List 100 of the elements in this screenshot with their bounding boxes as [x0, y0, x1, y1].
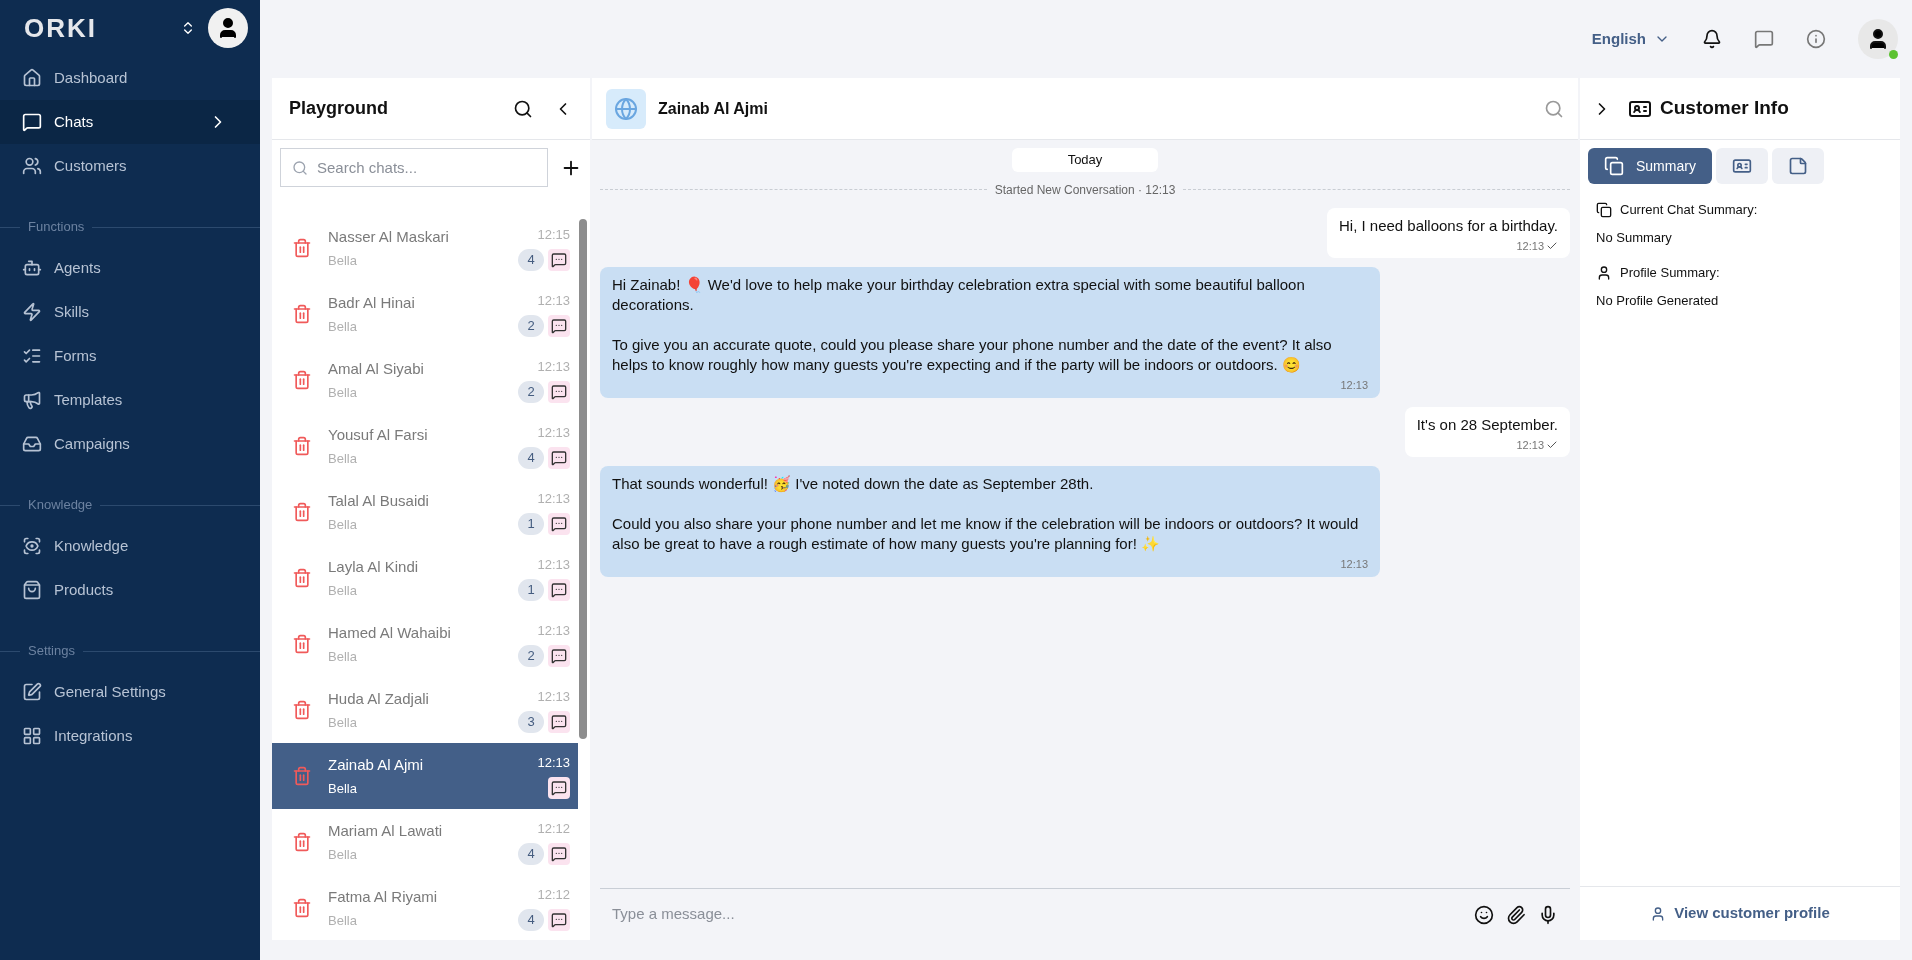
- nav-item[interactable]: Integrations: [0, 714, 260, 758]
- agent-name: Bella: [328, 714, 358, 732]
- contact-name: Layla Al Kindi: [328, 556, 420, 577]
- nav-item[interactable]: Knowledge: [0, 524, 260, 568]
- search-icon: [292, 160, 308, 176]
- view-profile-link[interactable]: View customer profile: [1674, 902, 1830, 925]
- agent-name: Bella: [328, 252, 358, 270]
- contact-name: Huda Al Zadjali: [328, 688, 430, 709]
- message-text: It's on 28 September.: [1416, 414, 1558, 435]
- agent-name: Bella: [328, 582, 358, 600]
- copy-icon: [1596, 201, 1612, 218]
- unread-count: 3: [518, 710, 544, 733]
- chat-badge-icon: [548, 512, 570, 535]
- chat-row[interactable]: Badr Al Hinai Bella 12:13 2: [272, 281, 578, 347]
- chat-row[interactable]: Zainab Al Ajmi Bella 12:13: [272, 743, 578, 809]
- panel-title: Playground: [289, 97, 389, 120]
- chat-icon[interactable]: [1754, 29, 1774, 49]
- nav-item[interactable]: Campaigns: [0, 422, 260, 466]
- globe-icon: [606, 88, 646, 129]
- chat-row[interactable]: Talal Al Busaidi Bella 12:13 1: [272, 479, 578, 545]
- section-heading: Current Chat Summary:: [1620, 201, 1758, 219]
- nav-item[interactable]: Forms: [0, 334, 260, 378]
- logo: ORKI: [24, 11, 97, 45]
- trash-icon[interactable]: [292, 832, 312, 852]
- contact-name: Zainab Al Ajmi: [328, 754, 425, 775]
- trash-icon[interactable]: [292, 700, 312, 720]
- chat-badge-icon: [548, 314, 570, 337]
- chat-row[interactable]: Fatma Al Riyami Bella 12:12 4: [272, 875, 578, 940]
- tab[interactable]: Summary: [1588, 148, 1712, 184]
- user-avatar[interactable]: [1858, 19, 1898, 59]
- chat-row[interactable]: Layla Al Kindi Bella 12:13 1: [272, 545, 578, 611]
- section-heading: Profile Summary:: [1620, 264, 1720, 282]
- emoji-icon[interactable]: [1474, 904, 1494, 925]
- info-icon[interactable]: [1806, 29, 1826, 49]
- edit-icon: [22, 682, 42, 702]
- chat-time: 12:13: [537, 688, 570, 707]
- trash-icon[interactable]: [292, 634, 312, 654]
- language-selector[interactable]: English: [1591, 27, 1670, 51]
- chat-badge-icon: [548, 908, 570, 931]
- panel-title: Customer Info: [1660, 96, 1789, 121]
- attachment-icon[interactable]: [1506, 904, 1526, 925]
- chat-badge-icon: [548, 710, 570, 733]
- nav-item[interactable]: Customers: [0, 144, 260, 188]
- chat-row[interactable]: Huda Al Zadjali Bella 12:13 3: [272, 677, 578, 743]
- chat-row[interactable]: Mariam Al Lawati Bella 12:12 4: [272, 809, 578, 875]
- trash-icon[interactable]: [292, 898, 312, 918]
- bell-icon[interactable]: [1702, 29, 1722, 49]
- chat-row[interactable]: Yousuf Al Farsi Bella 12:13 4: [272, 413, 578, 479]
- search-icon[interactable]: [513, 98, 533, 119]
- chat-time: 12:13: [537, 754, 570, 773]
- message-text: That sounds wonderful! 🥳 I've noted down the date as September 28th.: [612, 474, 1095, 494]
- message-text: To give you an accurate quote, could you please share your phone number and the date of the event? It also helps to know roughly how many guests you're expecting and if the party will be indoors or outdoors. 😊: [612, 335, 1333, 375]
- megaphone-icon: [22, 390, 42, 410]
- conversation-divider: Started New Conversation · 12:13: [994, 181, 1176, 199]
- copy-icon: [1604, 156, 1624, 176]
- nav-item[interactable]: Dashboard: [0, 56, 260, 100]
- chat-row[interactable]: Amal Al Siyabi Bella 12:13 2: [272, 347, 578, 413]
- trash-icon[interactable]: [292, 568, 312, 588]
- robot-icon: [22, 258, 42, 278]
- agent-name: Bella: [328, 318, 358, 336]
- nav-item[interactable]: Templates: [0, 378, 260, 422]
- trash-icon[interactable]: [292, 238, 312, 258]
- user-icon: [1596, 264, 1612, 281]
- message-text: Hi Zainab! 🎈 We'd love to help make your birthday celebration extra special with some beautiful balloon decorations.: [612, 275, 1306, 315]
- trash-icon[interactable]: [292, 502, 312, 522]
- tab[interactable]: [1771, 148, 1824, 184]
- microphone-icon[interactable]: [1538, 904, 1558, 925]
- note-icon: [1787, 156, 1808, 176]
- search-field[interactable]: Search chats...: [280, 148, 548, 187]
- section-heading: Settings: [28, 642, 75, 661]
- nav-item[interactable]: General Settings: [0, 670, 260, 714]
- unread-count: 2: [518, 380, 544, 403]
- trash-icon[interactable]: [292, 304, 312, 324]
- message-field[interactable]: Type a message...: [612, 903, 1462, 926]
- chat-row[interactable]: Hamed Al Wahaibi Bella 12:13 2: [272, 611, 578, 677]
- agent-name: Bella: [328, 450, 358, 468]
- contact-name: Amal Al Siyabi: [328, 358, 425, 379]
- message-time: 12:13: [1340, 557, 1368, 572]
- chat-badge-icon: [548, 842, 570, 865]
- nav-item[interactable]: Products: [0, 568, 260, 612]
- chat-badge-icon: [548, 776, 570, 799]
- trash-icon[interactable]: [292, 436, 312, 456]
- chat-row[interactable]: Nasser Al Maskari Bella 12:15 4: [272, 215, 578, 281]
- id-card-icon: [1731, 156, 1752, 176]
- chat-badge-icon: [548, 248, 570, 271]
- unread-count: 4: [518, 908, 544, 931]
- users-icon: [22, 156, 42, 176]
- chat-icon: [22, 112, 42, 132]
- contact-name: Hamed Al Wahaibi: [328, 622, 452, 643]
- unread-count: 4: [518, 446, 544, 469]
- home-icon: [22, 68, 42, 88]
- contact-name: Talal Al Busaidi: [328, 490, 430, 511]
- nav-item[interactable]: Skills: [0, 290, 260, 334]
- avatar[interactable]: [208, 8, 248, 48]
- chat-time: 12:13: [537, 622, 570, 641]
- chat-badge-icon: [548, 644, 570, 667]
- tab[interactable]: [1715, 148, 1768, 184]
- nav-item[interactable]: Chats: [0, 100, 260, 144]
- nav-item[interactable]: Agents: [0, 246, 260, 290]
- trash-icon[interactable]: [292, 370, 312, 390]
